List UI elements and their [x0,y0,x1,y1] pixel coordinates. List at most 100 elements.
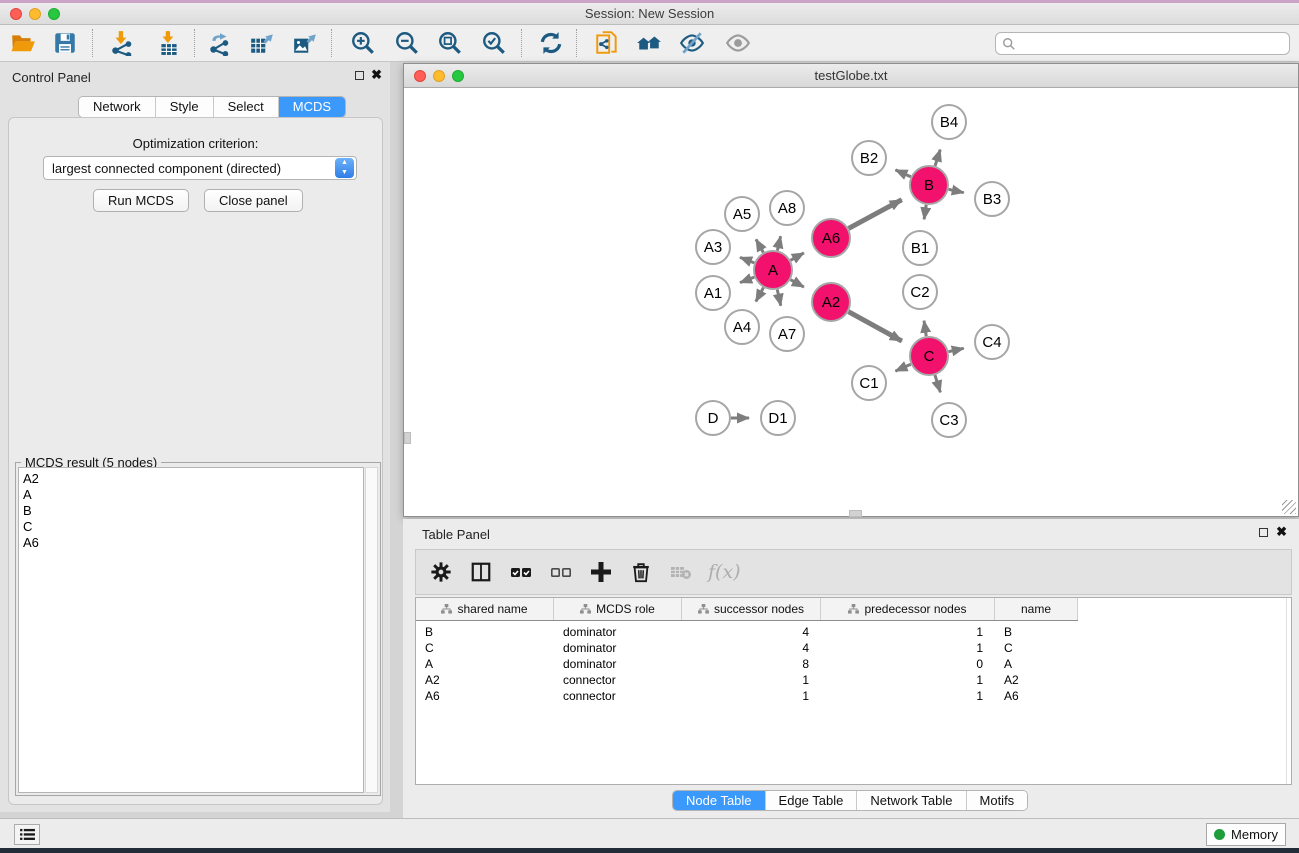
column-header-name[interactable]: name [995,598,1078,620]
horizontal-scroll-thumb[interactable] [849,510,862,517]
graph-edge-B-B1[interactable] [924,205,926,219]
graph-nodes[interactable]: B4B2BB3A5A8A6A3B1AA1C2A2A4A7C4CC1C3DD1 [696,105,1009,437]
cell-successor-nodes[interactable]: 1 [682,688,821,704]
cell-name[interactable]: B [995,624,1078,640]
close-panel-icon[interactable]: ✖ [371,69,382,80]
cell-mcds-role[interactable]: dominator [554,656,682,672]
criterion-dropdown[interactable]: largest connected component (directed) ▲… [43,156,357,180]
graph-edge-C-C4[interactable] [949,348,964,351]
table-row[interactable]: C dominator 4 1 C [416,640,1078,656]
table-row[interactable]: B dominator 4 1 B [416,624,1078,640]
column-header-shared-name[interactable]: shared name [416,598,554,620]
graph-edge-A-A6[interactable] [791,253,804,260]
cell-mcds-role[interactable]: connector [554,688,682,704]
cell-shared-name[interactable]: A6 [416,688,554,704]
maximize-window-button[interactable] [48,8,60,20]
graph-edge-A-A5[interactable] [756,239,763,252]
column-header-mcds-role[interactable]: MCDS role [554,598,682,620]
mcds-result-list[interactable]: A2 A B C A6 [18,467,364,793]
close-window-button[interactable] [10,8,22,20]
import-network-icon[interactable] [107,28,137,58]
zoom-in-icon[interactable] [348,28,378,58]
show-columns-icon[interactable] [468,559,494,585]
cell-mcds-role[interactable]: dominator [554,624,682,640]
cell-predecessor-nodes[interactable]: 0 [821,656,995,672]
graph-edge-A2-C[interactable] [849,312,902,341]
resize-grip-icon[interactable] [1282,500,1296,514]
tab-edge-table[interactable]: Edge Table [766,791,858,810]
column-header-successor-nodes[interactable]: successor nodes [682,598,821,620]
graph-edge-C-C1[interactable] [895,364,910,371]
cell-shared-name[interactable]: B [416,624,554,640]
cell-shared-name[interactable]: C [416,640,554,656]
tab-network-table[interactable]: Network Table [857,791,966,810]
zoom-fit-icon[interactable] [435,28,465,58]
cell-name[interactable]: A6 [995,688,1078,704]
result-item[interactable]: A2 [23,471,363,487]
tab-style[interactable]: Style [156,97,214,117]
cell-shared-name[interactable]: A2 [416,672,554,688]
result-item[interactable]: C [23,519,363,535]
result-item[interactable]: B [23,503,363,519]
cell-name[interactable]: C [995,640,1078,656]
clone-network-icon[interactable] [592,28,622,58]
hide-selected-eye-icon[interactable] [677,28,707,58]
tab-select[interactable]: Select [214,97,279,117]
run-mcds-button[interactable]: Run MCDS [93,189,189,212]
cell-successor-nodes[interactable]: 4 [682,624,821,640]
graph-edge-B-B2[interactable] [895,170,910,177]
cell-mcds-role[interactable]: dominator [554,640,682,656]
task-history-button[interactable] [14,824,40,845]
export-network-icon[interactable] [205,28,235,58]
network-close-button[interactable] [414,70,426,82]
graph-edge-B-B3[interactable] [949,189,964,192]
tab-motifs[interactable]: Motifs [967,791,1028,810]
tab-network[interactable]: Network [79,97,156,117]
refresh-layout-icon[interactable] [536,28,566,58]
import-table-icon[interactable] [154,28,184,58]
cell-name[interactable]: A2 [995,672,1078,688]
float-panel-icon[interactable] [1259,528,1268,537]
open-folder-icon[interactable] [8,28,38,58]
cell-shared-name[interactable]: A [416,656,554,672]
search-input[interactable] [1016,37,1289,51]
deselect-all-checkboxes-icon[interactable] [548,559,574,585]
network-maximize-button[interactable] [452,70,464,82]
graph-edge-A-A4[interactable] [756,288,764,302]
cell-predecessor-nodes[interactable]: 1 [821,688,995,704]
close-panel-button[interactable]: Close panel [204,189,303,212]
cell-successor-nodes[interactable]: 8 [682,656,821,672]
graph-edge-A-A3[interactable] [740,257,754,262]
graph-edge-A-A2[interactable] [791,280,804,287]
cell-successor-nodes[interactable]: 4 [682,640,821,656]
cell-mcds-role[interactable]: connector [554,672,682,688]
minimize-window-button[interactable] [29,8,41,20]
graph-edge-A-A8[interactable] [777,236,780,250]
show-all-eye-icon[interactable] [723,28,753,58]
graph-edge-C-C2[interactable] [924,321,926,336]
save-session-icon[interactable] [50,28,80,58]
cell-name[interactable]: A [995,656,1078,672]
cell-successor-nodes[interactable]: 1 [682,672,821,688]
zoom-selected-icon[interactable] [479,28,509,58]
graph-edge-A6-B[interactable] [849,200,902,229]
graph-edge-A-A7[interactable] [777,290,781,306]
graph-edge-A-A1[interactable] [740,277,754,282]
memory-button[interactable]: Memory [1206,823,1286,846]
export-image-icon[interactable] [290,28,320,58]
cell-predecessor-nodes[interactable]: 1 [821,624,995,640]
result-item[interactable]: A [23,487,363,503]
cell-predecessor-nodes[interactable]: 1 [821,672,995,688]
add-column-icon[interactable] [588,559,614,585]
zoom-out-icon[interactable] [392,28,422,58]
float-panel-icon[interactable] [355,71,364,80]
network-canvas[interactable]: B4B2BB3A5A8A6A3B1AA1C2A2A4A7C4CC1C3DD1 [405,89,1297,516]
table-settings-gear-icon[interactable] [428,559,454,585]
export-table-icon[interactable] [247,28,277,58]
tab-mcds[interactable]: MCDS [279,97,345,117]
graph-edge-C-C3[interactable] [935,375,940,392]
table-row[interactable]: A6 connector 1 1 A6 [416,688,1078,704]
vertical-scroll-thumb[interactable] [404,432,411,444]
table-scrollbar-track[interactable] [1286,598,1287,784]
tab-node-table[interactable]: Node Table [673,791,766,810]
